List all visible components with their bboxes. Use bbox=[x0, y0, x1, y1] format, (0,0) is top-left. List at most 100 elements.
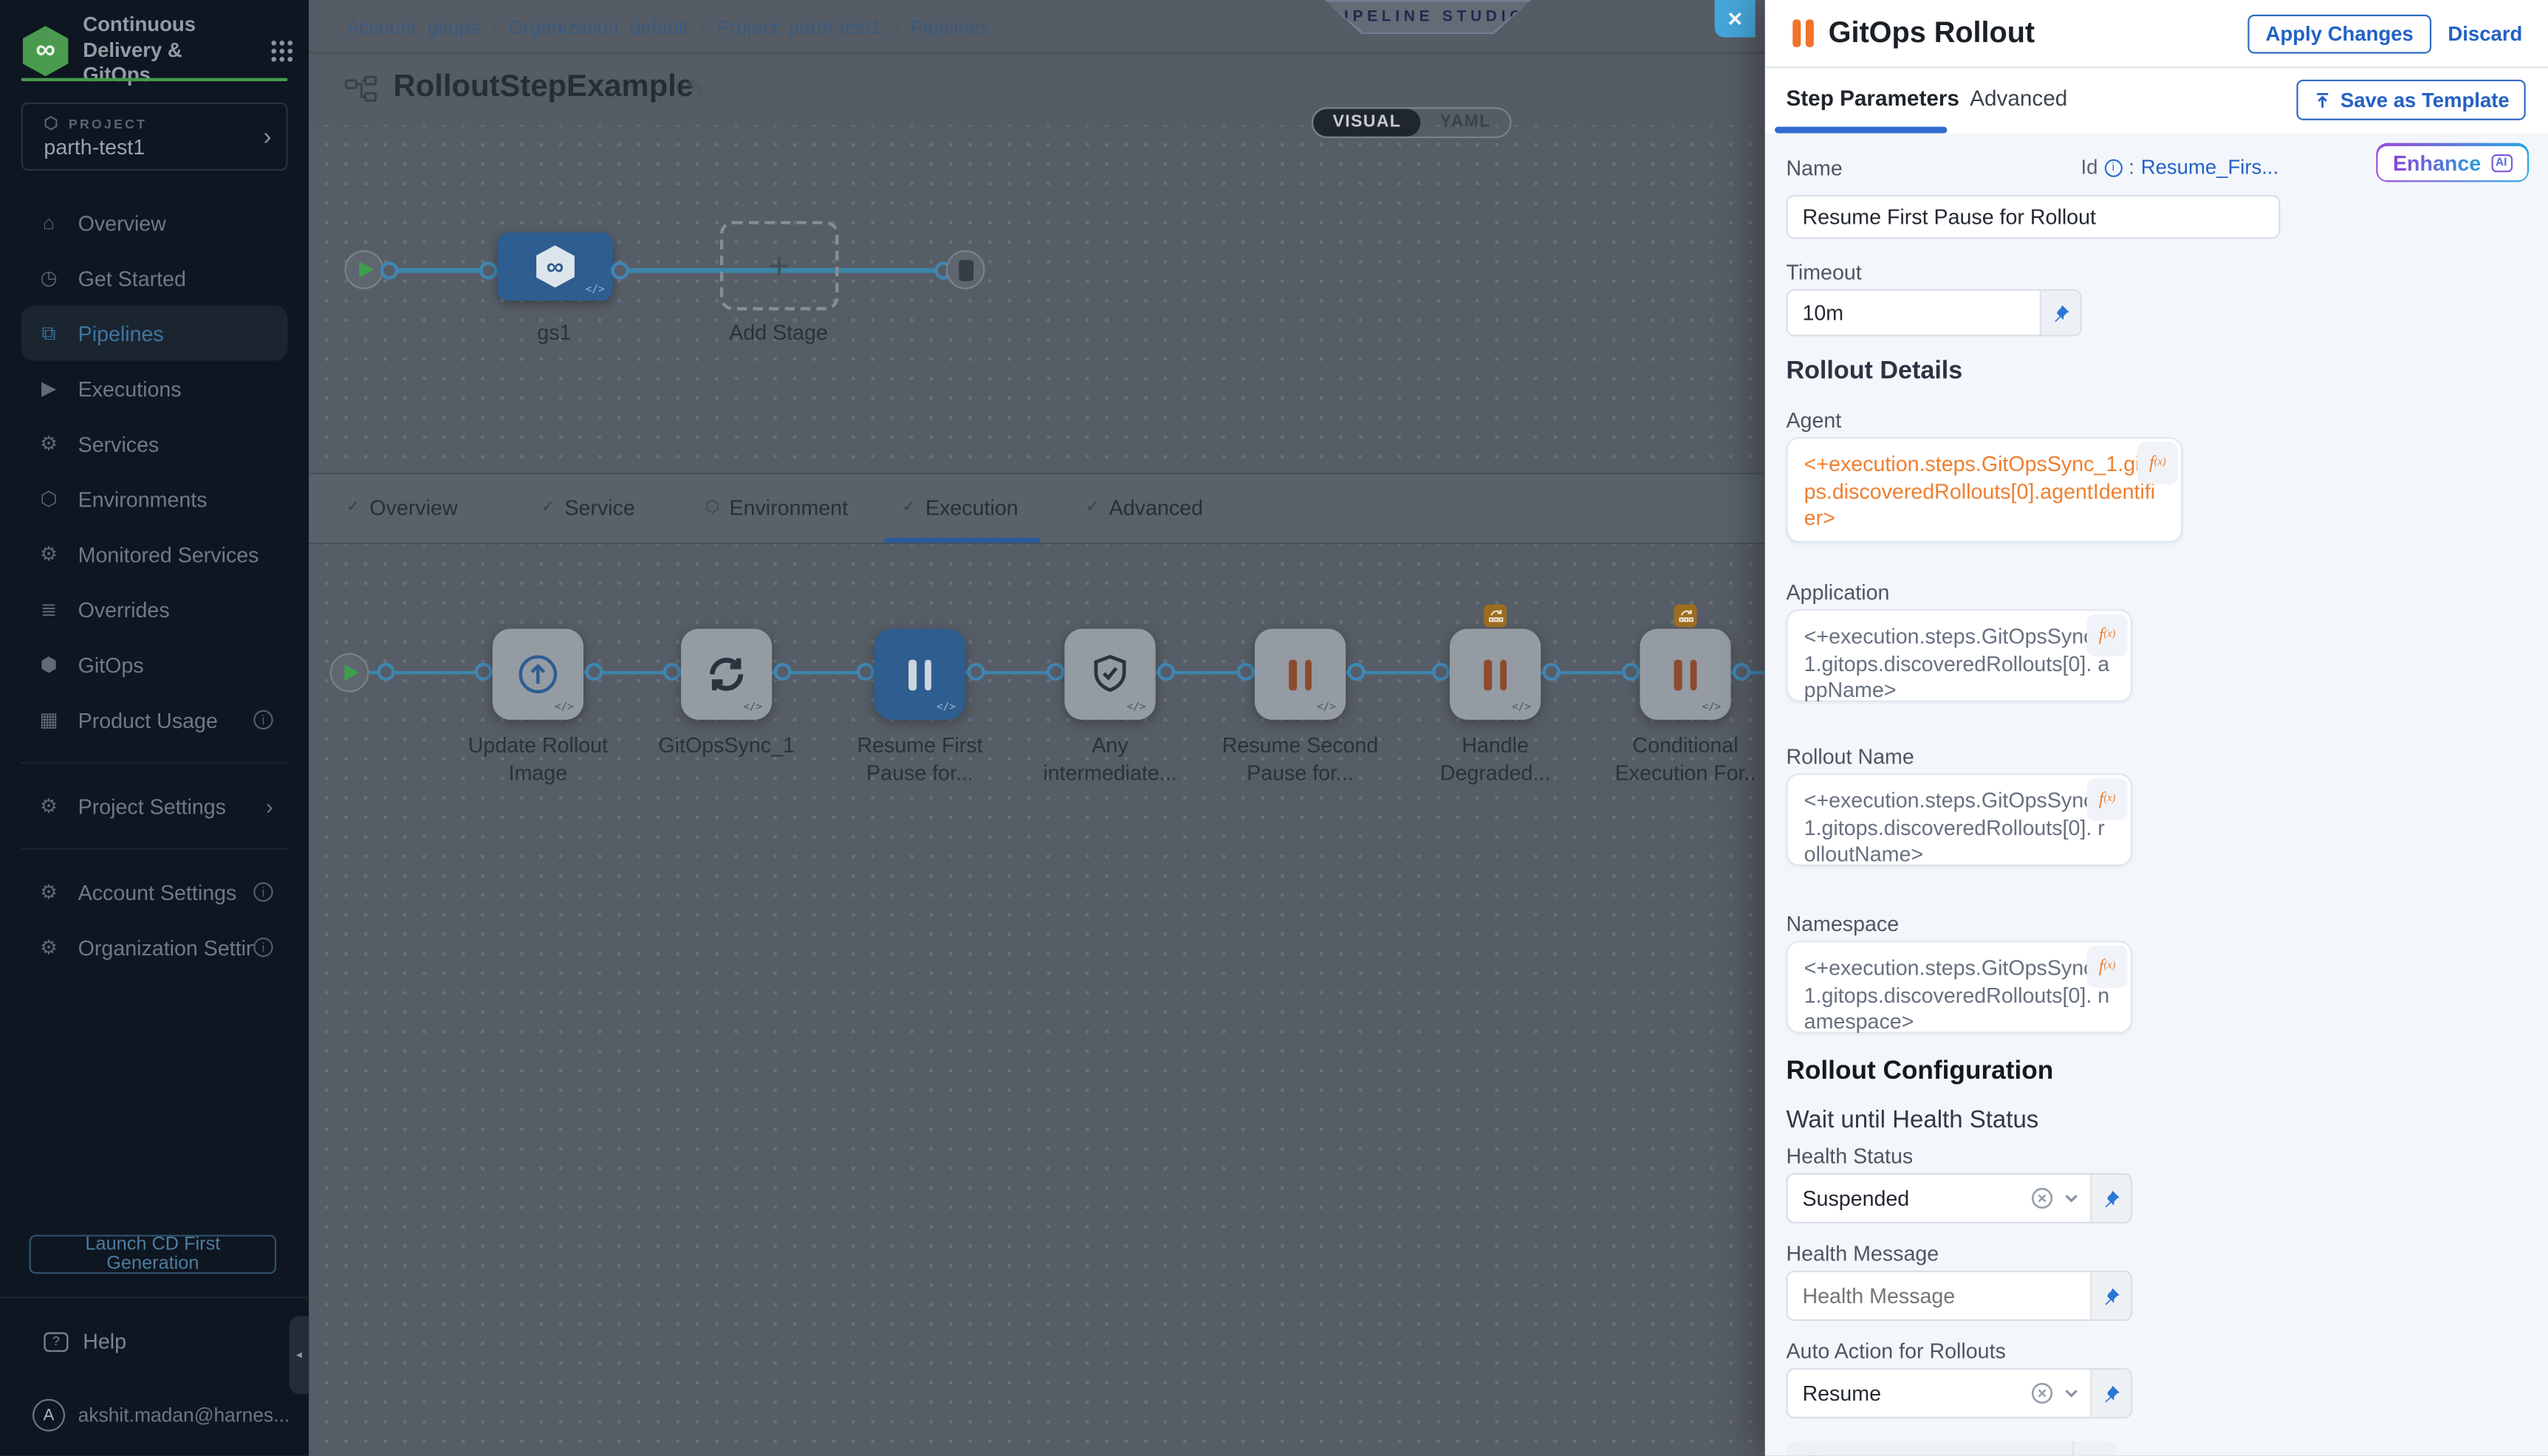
tab-advanced[interactable]: ✓ Advanced bbox=[1086, 495, 1203, 520]
execution-start-node[interactable] bbox=[330, 653, 369, 693]
enhance-ai-button[interactable]: Enhance AI bbox=[2376, 143, 2529, 182]
sidebar-item-overview[interactable]: ⌂ Overview bbox=[21, 195, 288, 250]
rollout-details-heading: Rollout Details bbox=[1786, 357, 2522, 385]
check-icon: ✓ bbox=[1086, 499, 1099, 517]
close-panel-button[interactable]: ✕ bbox=[1715, 0, 1756, 38]
tab-advanced[interactable]: Advanced bbox=[1970, 86, 2067, 111]
sidebar-divider bbox=[21, 762, 288, 763]
step-node-handle-degraded[interactable] bbox=[1450, 629, 1541, 720]
chevron-down-icon[interactable] bbox=[2063, 1384, 2080, 1402]
play-icon bbox=[345, 665, 360, 681]
pause-icon bbox=[1484, 659, 1507, 690]
pin-button[interactable] bbox=[2090, 1370, 2131, 1417]
add-stage-button[interactable]: + bbox=[720, 221, 839, 310]
pin-button[interactable] bbox=[2040, 291, 2080, 334]
tab-environment[interactable]: ⬡ Environment bbox=[705, 495, 848, 520]
sidebar-item-product-usage[interactable]: ▦ Product Usage i bbox=[21, 692, 288, 747]
pin-button[interactable] bbox=[2090, 1175, 2131, 1222]
info-icon: i bbox=[253, 882, 273, 902]
project-selector[interactable]: ⬡ PROJECT parth-test1 › bbox=[21, 103, 288, 171]
sidebar-item-monitored-services[interactable]: ⚙ Monitored Services bbox=[21, 526, 288, 582]
sidebar-item-overrides[interactable]: ≣ Overrides bbox=[21, 582, 288, 637]
step-node-resume-second-pause[interactable] bbox=[1255, 629, 1346, 720]
sidebar-item-environments[interactable]: ⬡ Environments bbox=[21, 471, 288, 526]
sidebar-item-executions[interactable]: ▶ Executions bbox=[21, 361, 288, 416]
breadcrumb-account-link[interactable]: Account: gitops bbox=[346, 16, 480, 38]
edit-pencil-icon[interactable]: ✎ bbox=[686, 75, 705, 102]
step-node-conditional-execution[interactable] bbox=[1640, 629, 1730, 720]
health-status-select[interactable]: Suspended bbox=[1786, 1173, 2132, 1223]
apply-changes-button[interactable]: Apply Changes bbox=[2247, 15, 2431, 54]
agent-field[interactable]: <+execution.steps.GitOpsSync_1.gitops.di… bbox=[1786, 437, 2182, 543]
info-icon[interactable]: i bbox=[2104, 159, 2122, 176]
breadcrumb-org-link[interactable]: Organization: default bbox=[508, 16, 688, 38]
module-switcher-icon[interactable] bbox=[272, 41, 293, 62]
step-config-panel: GitOps Rollout Apply Changes Discard Ste… bbox=[1765, 0, 2548, 1456]
tab-step-parameters[interactable]: Step Parameters bbox=[1786, 86, 1959, 111]
expression-fx-icon[interactable]: f(x) bbox=[2137, 442, 2178, 484]
connector-port bbox=[662, 663, 680, 681]
ai-badge-icon: AI bbox=[2490, 154, 2512, 171]
stage-graph: ∞ + gs1 Add Stage bbox=[309, 125, 1765, 473]
health-message-input[interactable] bbox=[1788, 1272, 2090, 1319]
step-node-gitopssync-1[interactable] bbox=[681, 629, 772, 720]
auto-action-label: Auto Action for Rollouts bbox=[1786, 1339, 2522, 1360]
clear-icon[interactable] bbox=[2030, 1186, 2055, 1210]
health-status-label: Health Status bbox=[1786, 1144, 2522, 1165]
expression-fx-icon[interactable]: f(x) bbox=[2087, 946, 2128, 988]
clear-icon[interactable] bbox=[2030, 1381, 2055, 1406]
sidebar-item-services[interactable]: ⚙ Services bbox=[21, 416, 288, 471]
active-tab-underline bbox=[1775, 127, 1947, 134]
application-field[interactable]: <+execution.steps.GitOpsSync_1.gitops.di… bbox=[1786, 609, 2132, 701]
pipeline-title: RolloutStepExample bbox=[394, 70, 694, 106]
user-email: akshit.madan@harnes... bbox=[78, 1404, 290, 1426]
breadcrumb-project-link[interactable]: Project: parth-test1 bbox=[717, 16, 882, 38]
rollout-badge-icon bbox=[1484, 605, 1507, 628]
sidebar-item-pipelines[interactable]: ⧉ Pipelines bbox=[21, 306, 288, 361]
tab-service[interactable]: ✓ Service bbox=[541, 495, 635, 520]
gitops-sync-icon bbox=[704, 651, 750, 697]
pipeline-start-node[interactable] bbox=[345, 250, 384, 289]
timeout-input[interactable] bbox=[1788, 291, 2040, 334]
sidebar-collapse-handle[interactable]: ◂ bbox=[290, 1316, 309, 1394]
connector-port bbox=[1346, 663, 1364, 681]
tab-execution[interactable]: ✓ Execution bbox=[902, 495, 1018, 520]
name-input[interactable] bbox=[1786, 195, 2280, 238]
save-as-template-button[interactable]: Save as Template bbox=[2296, 80, 2525, 120]
stage-node-gs1[interactable]: ∞ bbox=[497, 233, 612, 301]
namespace-field[interactable]: <+execution.steps.GitOpsSync_1.gitops.di… bbox=[1786, 941, 2132, 1033]
connector-port bbox=[1236, 663, 1254, 681]
step-label: Resume SecondPause for... bbox=[1202, 731, 1397, 786]
fail-on-timeout-row: Fail On Timeout bbox=[1786, 1441, 2116, 1456]
sidebar-item-gitops[interactable]: ⬢ GitOps bbox=[21, 637, 288, 693]
step-node-any-intermediate[interactable] bbox=[1064, 629, 1155, 720]
pin-button[interactable] bbox=[2090, 1272, 2131, 1319]
launch-cd-first-gen-button[interactable]: Launch CD First Generation bbox=[30, 1234, 276, 1274]
step-node-resume-first-pause[interactable] bbox=[874, 629, 965, 720]
sidebar-item-account-settings[interactable]: ⚙ Account Settings i bbox=[21, 865, 288, 920]
visual-toggle[interactable]: VISUAL bbox=[1313, 109, 1420, 136]
sidebar-item-project-settings[interactable]: ⚙ Project Settings › bbox=[21, 778, 288, 834]
rollout-name-label: Rollout Name bbox=[1786, 744, 2522, 766]
chevron-down-icon[interactable] bbox=[2063, 1189, 2080, 1207]
breadcrumb-separator: › bbox=[491, 17, 497, 36]
project-settings-icon: ⚙ bbox=[35, 794, 61, 817]
step-label: HandleDegraded... bbox=[1398, 731, 1593, 786]
auto-action-select[interactable]: Resume bbox=[1786, 1368, 2132, 1418]
sidebar-item-organization-settings[interactable]: ⚙ Organization Settings i bbox=[21, 920, 288, 975]
expression-fx-icon[interactable]: f(x) bbox=[2087, 778, 2128, 820]
tab-overview[interactable]: ✓ Overview bbox=[346, 495, 458, 520]
user-account[interactable]: A akshit.madan@harnes... bbox=[32, 1399, 290, 1432]
pipeline-end-node[interactable] bbox=[946, 250, 985, 289]
step-node-update-rollout-image[interactable] bbox=[493, 629, 583, 720]
rollout-name-value: <+execution.steps.GitOpsSync_1.gitops.di… bbox=[1804, 788, 2106, 866]
help-button[interactable]: ? Help bbox=[44, 1329, 126, 1353]
yaml-toggle[interactable]: YAML bbox=[1421, 109, 1510, 136]
sidebar-item-get-started[interactable]: ◷ Get Started bbox=[21, 250, 288, 306]
connector-port bbox=[611, 261, 629, 278]
connector-port bbox=[1431, 663, 1449, 681]
rollout-name-field[interactable]: <+execution.steps.GitOpsSync_1.gitops.di… bbox=[1786, 773, 2132, 865]
breadcrumb-pipelines-link[interactable]: Pipelines bbox=[911, 16, 990, 38]
discard-button[interactable]: Discard bbox=[2448, 23, 2522, 46]
expression-fx-icon[interactable]: f(x) bbox=[2087, 614, 2128, 656]
